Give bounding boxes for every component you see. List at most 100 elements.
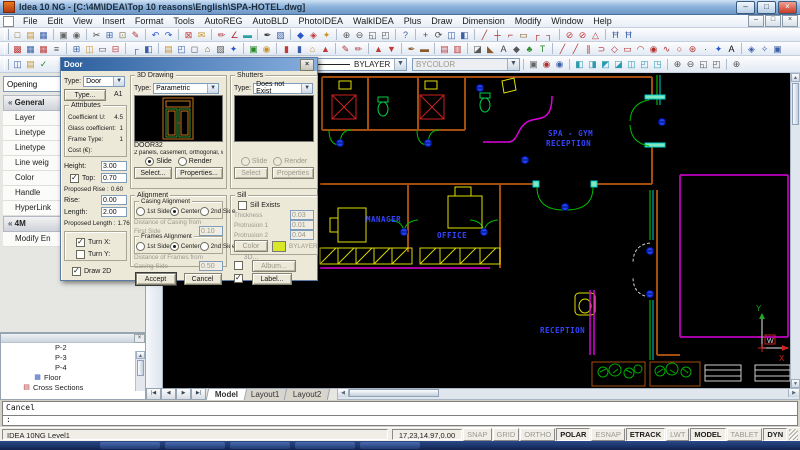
building-red-icon[interactable]: ▮ [280,43,293,55]
album-checkbox[interactable] [234,261,243,270]
tree-item[interactable]: P-3 [1,353,145,363]
roof-icon[interactable]: ⌂ [201,43,214,55]
zoom-window-icon[interactable]: ◱ [366,29,379,41]
status-toggle[interactable]: SNAP [463,428,491,441]
draw-donut-icon[interactable]: ⊛ [686,43,699,55]
wall-edit-icon[interactable]: ◧ [142,43,155,55]
measure-angle-icon[interactable]: ∠ [228,29,241,41]
menu-item[interactable]: Draw [426,16,457,26]
down-icon[interactable]: ▼ [385,43,398,55]
draw-line-icon[interactable]: ╱ [556,43,569,55]
menu-item[interactable]: Modify [510,16,547,26]
chair-icon[interactable]: ♣ [523,43,536,55]
canvas-hscrollbar[interactable]: ◀ ▶ [337,388,800,400]
scrollbar-thumb[interactable] [349,389,439,397]
status-toggle[interactable]: DYN [763,428,787,441]
draw-ray-icon[interactable]: ⊃ [595,43,608,55]
tab-nav-button[interactable]: ◀ [161,388,176,400]
link-icon[interactable]: ⊠ [182,29,195,41]
drawing3d-type-select[interactable]: Parametric▼ [153,83,219,94]
status-toggle[interactable]: MODEL [690,428,725,441]
shutters-slide-radio[interactable] [241,157,250,166]
layout-tab[interactable]: Model [206,388,248,400]
columns-icon[interactable]: ◫ [83,43,96,55]
shade-icon[interactable]: ◧ [458,29,471,41]
dist-frames-field[interactable]: 0.50 [199,261,223,271]
chamfer-icon[interactable]: ┐ [543,29,556,41]
casing-center-radio[interactable] [170,207,179,216]
view-right-icon[interactable]: ◪ [612,58,625,70]
taskbar-button[interactable] [230,442,290,449]
ins-block-icon[interactable]: ▣ [771,43,784,55]
mdi-close-button[interactable]: × [782,15,798,27]
view-front-icon[interactable]: ◫ [625,58,638,70]
tree-icon[interactable]: T [536,43,549,55]
close-button[interactable]: × [778,1,797,14]
album-button[interactable]: Album... [252,260,296,272]
type-button[interactable]: Type... [64,89,106,101]
shutters-select-button[interactable]: Select [234,167,268,179]
pan-icon[interactable]: + [419,29,432,41]
minimize-button[interactable]: – [736,1,755,14]
sill-protrusion1-field[interactable]: 0.01 [290,220,314,230]
top-checkbox[interactable] [70,174,79,183]
dialog-close-icon[interactable]: × [300,59,314,71]
command-history[interactable]: Cancel [2,401,798,416]
taskbar-button[interactable] [360,442,420,449]
wall-icon[interactable]: ┌ [129,43,142,55]
properties-button[interactable]: Properties... [175,167,223,179]
menu-item[interactable]: View [68,16,97,26]
redo-icon[interactable]: ↷ [162,29,175,41]
select-button[interactable]: Select... [134,167,172,179]
menu-item[interactable]: Plus [399,16,427,26]
wedge-icon[interactable]: ◣ [484,43,497,55]
layer-state-icon[interactable]: ✓ [37,58,50,70]
triangle-icon[interactable]: △ [589,29,602,41]
shutters-type-select[interactable]: Does not Exist▼ [253,83,313,94]
rise-field[interactable]: 0.00 [101,195,127,205]
draw-polygon-icon[interactable]: ◇ [608,43,621,55]
box-3d-icon[interactable]: ◪ [471,43,484,55]
status-toggle[interactable]: GRID [493,428,520,441]
zoom-previous-icon[interactable]: ⊖ [684,58,697,70]
menu-item[interactable]: WalkIDEA [348,16,399,26]
room-icon[interactable]: ▣ [247,43,260,55]
dialog-titlebar[interactable]: Door × [61,58,317,71]
print-preview-icon[interactable]: ◉ [70,29,83,41]
paste-icon[interactable]: ⊡ [116,29,129,41]
draw-point-icon[interactable]: · [699,43,712,55]
slide-radio[interactable] [145,157,154,166]
door-preview[interactable] [134,95,223,142]
frames-2nd-radio[interactable] [200,242,209,251]
tree-item[interactable]: ▤ Cross Sections [1,383,145,391]
panel-icon[interactable]: ⊟ [109,43,122,55]
no-plot-icon[interactable]: ⊘ [563,29,576,41]
no-snap-icon[interactable]: ⊘ [576,29,589,41]
scrollbar-thumb[interactable] [137,360,144,376]
label-checkbox[interactable] [234,274,243,283]
render-radio[interactable] [178,157,187,166]
mail-icon[interactable]: ✉ [195,29,208,41]
cut-icon[interactable]: ✂ [90,29,103,41]
scroll-down-icon[interactable]: ▼ [791,379,800,388]
obj-properties-icon[interactable]: ◉ [553,58,566,70]
status-toggle[interactable]: TABLET [727,428,763,441]
draw-pline-icon[interactable]: ╱ [569,43,582,55]
scroll-up-icon[interactable]: ▲ [791,73,800,82]
ruler-icon[interactable]: ▬ [241,29,254,41]
cancel-button[interactable]: Cancel [184,273,222,285]
tab-nav-button[interactable]: ▶| [191,388,206,400]
undo-icon[interactable]: ↶ [149,29,162,41]
draw-mline-icon[interactable]: ∥ [582,43,595,55]
zoom-extents-icon[interactable]: ◰ [379,29,392,41]
copy-icon[interactable]: ⊞ [103,29,116,41]
solid-icon[interactable]: ◆ [510,43,523,55]
sketch-pen-icon[interactable]: ✒ [261,29,274,41]
accept-button[interactable]: Accept [136,273,176,285]
paint-icon[interactable]: ✒ [405,43,418,55]
scroll-right-icon[interactable]: ▶ [788,389,799,397]
door-type-select[interactable]: Door▼ [83,76,125,87]
print-icon[interactable]: ▣ [57,29,70,41]
taskbar-button[interactable] [100,442,160,449]
document-icon[interactable] [3,16,14,27]
